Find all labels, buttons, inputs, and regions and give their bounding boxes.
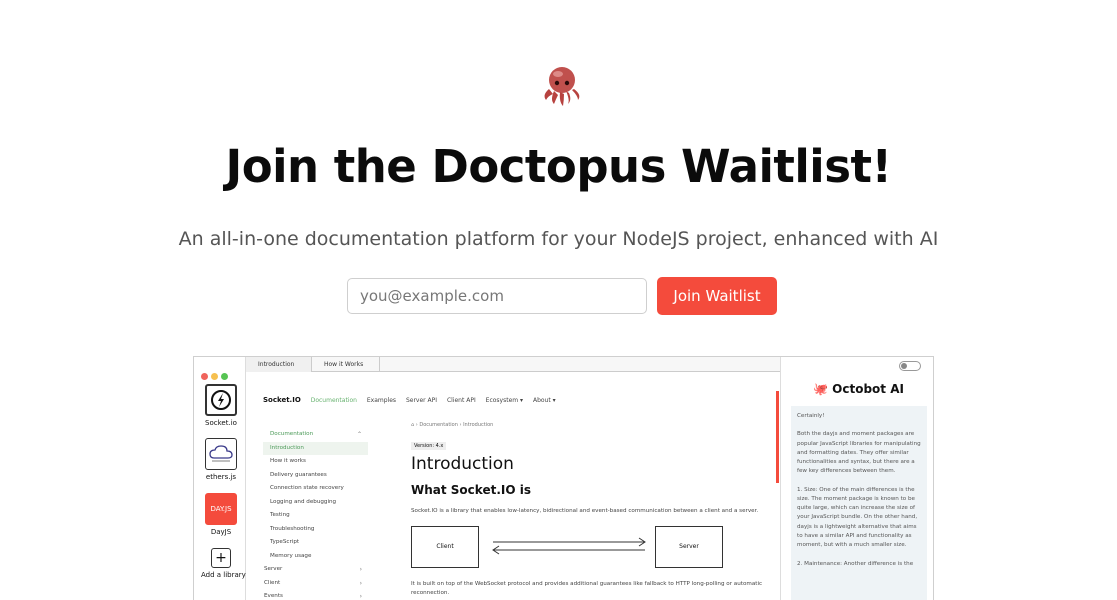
nav-about[interactable]: About ▾ — [533, 397, 556, 404]
doc-tabs: Introduction How it Works — [246, 357, 780, 372]
window-controls — [201, 365, 231, 384]
doc-paragraph-2: It is built on top of the WebSocket prot… — [411, 580, 763, 596]
sidebar-item-label: Logging and debugging — [270, 498, 337, 505]
octobot-title: 🐙 Octobot AI — [813, 382, 904, 396]
sidebar-item[interactable]: Testing — [263, 509, 368, 523]
doc-heading: Introduction — [411, 454, 514, 474]
nav-client-api[interactable]: Client API — [447, 397, 476, 404]
socketio-logo-icon — [205, 384, 237, 416]
theme-toggle[interactable] — [899, 361, 921, 371]
sidebar-item-label: Memory usage — [270, 552, 312, 559]
tab-introduction[interactable]: Introduction — [246, 357, 312, 372]
octobot-ai-panel: 🐙 Octobot AI Certainly! Both the dayjs a… — [780, 357, 933, 600]
sidebar-item-label: Events — [264, 593, 283, 599]
nav-server-api[interactable]: Server API — [406, 397, 437, 404]
version-badge: Version: 4.x — [411, 442, 447, 450]
sidebar-item-label: Client — [264, 579, 281, 586]
library-name: Socket.io — [205, 419, 237, 427]
sidebar-item-label: Connection state recovery — [270, 485, 344, 491]
nav-documentation[interactable]: Documentation — [311, 397, 357, 404]
sidebar-item[interactable]: Documentation ⌃ — [263, 428, 368, 442]
dayjs-logo-icon: DAY.JS — [205, 493, 237, 525]
chevron-icon: › — [359, 579, 362, 587]
sidebar-item-label: Server — [264, 566, 283, 572]
add-library-button[interactable]: + Add a library — [201, 548, 246, 579]
library-dayjs[interactable]: DAY.JS DayJS — [201, 493, 241, 536]
library-name: ethers.js — [205, 473, 237, 481]
nav-examples[interactable]: Examples — [367, 397, 396, 404]
nav-ecosystem[interactable]: Ecosystem ▾ — [486, 397, 523, 404]
client-server-diagram: Client Server — [411, 525, 771, 574]
doc-subheading: What Socket.IO is — [411, 483, 531, 497]
sidebar-item[interactable]: Memory usage — [263, 550, 368, 564]
octopus-logo-icon — [544, 67, 580, 106]
ethers-logo-icon — [205, 438, 237, 470]
sidebar-item-label: Troubleshooting — [270, 525, 315, 532]
page-subtitle: An all-in-one documentation platform for… — [178, 228, 939, 250]
join-waitlist-button[interactable]: Join Waitlist — [657, 277, 777, 315]
bidirectional-arrow-icon — [492, 537, 646, 555]
sidebar-item[interactable]: Logging and debugging — [263, 496, 368, 510]
app-preview-screenshot: Socket.io ethers.js DAY.JS DayJS + Add a… — [193, 356, 934, 600]
chevron-icon: › — [359, 566, 362, 573]
sidebar-item-label: Testing — [270, 512, 290, 518]
page-title: Join the Doctopus Waitlist! — [225, 140, 892, 193]
library-name: DayJS — [210, 528, 232, 536]
tab-how-it-works[interactable]: How it Works — [312, 357, 380, 372]
doc-brand: Socket.IO — [263, 396, 301, 404]
sidebar-item-label: Documentation — [270, 431, 314, 437]
plus-icon: + — [211, 548, 231, 568]
chevron-icon: › — [359, 593, 362, 600]
library-rail: Socket.io ethers.js DAY.JS DayJS + Add a… — [194, 357, 246, 600]
doc-navbar: Socket.IO Documentation Examples Server … — [263, 396, 564, 412]
chevron-icon: ⌃ — [356, 431, 362, 438]
sidebar-item[interactable]: Connection state recovery — [263, 482, 368, 496]
sidebar-item[interactable]: TypeScript — [263, 536, 368, 550]
sidebar-item-label: How it works — [270, 458, 306, 464]
sidebar-item-label: Introduction — [270, 444, 304, 451]
sidebar-item[interactable]: Server › — [263, 563, 368, 577]
sidebar-item[interactable]: How it works — [263, 455, 368, 469]
diagram-server-box: Server — [655, 525, 723, 568]
add-library-label: Add a library — [201, 571, 246, 579]
breadcrumb: ⌂ › Documentation › Introduction — [411, 422, 494, 428]
sidebar-item[interactable]: Troubleshooting — [263, 523, 368, 537]
doc-scrollbar[interactable] — [776, 391, 779, 483]
sidebar-item[interactable]: Delivery guarantees — [263, 469, 368, 483]
sidebar-item[interactable]: Client › — [263, 577, 368, 591]
diagram-client-box: Client — [411, 525, 479, 568]
doc-content: ⌂ › Documentation › Introduction Version… — [411, 422, 771, 598]
sidebar-item-label: TypeScript — [270, 539, 300, 545]
library-socketio[interactable]: Socket.io — [201, 384, 241, 427]
ai-response: Certainly! Both the dayjs and moment pac… — [791, 406, 927, 600]
sidebar-item[interactable]: Events › — [263, 590, 368, 600]
ai-response-text: Certainly! Both the dayjs and moment pac… — [797, 413, 921, 567]
sidebar-item-label: Delivery guarantees — [270, 471, 327, 478]
doc-viewer: Socket.IO Documentation Examples Server … — [246, 372, 780, 600]
library-ethersjs[interactable]: ethers.js — [201, 438, 241, 481]
doc-sidebar: Documentation ⌃ Introduction How it works De… — [263, 428, 368, 600]
email-input[interactable] — [347, 278, 647, 314]
sidebar-item[interactable]: Introduction — [263, 441, 368, 455]
doc-paragraph: Socket.IO is a library that enables low-… — [411, 508, 759, 514]
